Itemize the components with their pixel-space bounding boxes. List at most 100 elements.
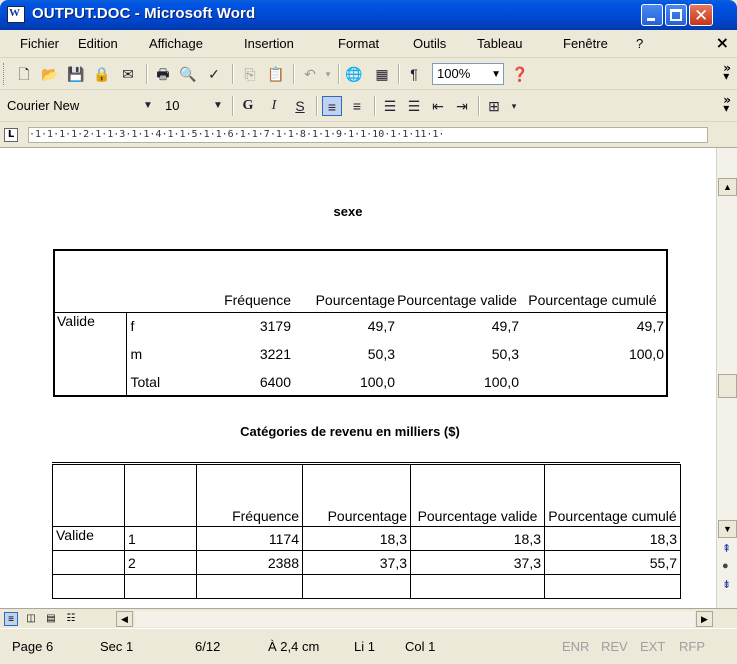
menu-affichage[interactable]: Affichage [149, 36, 203, 51]
print-layout-icon[interactable]: ▤ [44, 612, 58, 626]
status-column: Col 1 [405, 639, 436, 654]
numbered-list-icon[interactable]: ☰ [380, 96, 400, 116]
cell-frequence: 6400 [259, 373, 291, 390]
row-label: f [130, 318, 135, 335]
decrease-indent-icon[interactable]: ⇤ [428, 96, 448, 116]
menu-fichier[interactable]: Fichier [20, 36, 59, 51]
hyperlink-icon[interactable]: 🌐 [344, 64, 364, 84]
permission-icon[interactable]: 🔒 [92, 64, 112, 84]
scroll-left-icon[interactable]: ◀ [116, 611, 133, 627]
italic-button[interactable]: I [264, 96, 284, 116]
scroll-thumb[interactable] [718, 374, 737, 398]
chevron-down-icon[interactable]: ▼ [491, 65, 501, 85]
next-page-icon[interactable]: ⇟ [722, 578, 731, 591]
show-formatting-icon[interactable]: ¶ [404, 64, 424, 84]
status-rev[interactable]: REV [601, 639, 628, 654]
toolbar-options-icon[interactable]: » ▾ [723, 94, 731, 114]
menu-fenetre[interactable]: Fenêtre [563, 36, 608, 51]
outline-view-icon[interactable]: ☷ [64, 612, 78, 626]
zoom-combo[interactable]: 100% ▼ [432, 63, 504, 85]
status-page: Page 6 [12, 639, 54, 654]
cell-pourcentage: 49,7 [367, 318, 395, 335]
spelling-icon[interactable]: ✓ [204, 64, 224, 84]
font-value: Courier New [7, 98, 80, 113]
vertical-scrollbar[interactable]: ▲ ▼ ⇞ ● ⇟ [716, 148, 737, 608]
scroll-right-icon[interactable]: ▶ [696, 611, 713, 627]
col-header-valide: Pourcentage valide [410, 464, 545, 527]
bold-button[interactable]: G [238, 96, 258, 116]
underline-button[interactable]: S [290, 96, 310, 116]
cell-valide: 37,3 [410, 550, 545, 575]
cell-cumule: 18,3 [544, 526, 681, 551]
table-header-row: Fréquence Pourcentage Pourcentage valide… [54, 250, 667, 312]
ruler: L ·1·1·1·1·2·1·1·3·1·1·4·1·1·5·1·1·6·1·1… [0, 122, 737, 148]
borders-icon[interactable]: ⊞ [484, 96, 504, 116]
status-rfp[interactable]: RFP [679, 639, 705, 654]
menu-bar: Fichier Edition Affichage Insertion Form… [0, 30, 737, 58]
cell-frequence: 3221 [259, 346, 291, 362]
web-layout-icon[interactable]: ◫ [24, 612, 38, 626]
save-icon[interactable]: 💾 [66, 64, 86, 84]
email-icon[interactable]: ✉ [118, 64, 138, 84]
toolbar-grip[interactable] [3, 63, 6, 85]
align-center-icon[interactable]: ≡ [347, 96, 367, 116]
menu-help[interactable]: ? [636, 36, 643, 51]
font-combo[interactable]: Courier New [2, 95, 148, 117]
size-combo[interactable]: 10 [160, 95, 212, 117]
menu-edition[interactable]: Edition [78, 36, 118, 51]
zoom-value: 100% [437, 66, 471, 81]
borders-dropdown-icon[interactable]: ▾ [504, 96, 524, 116]
menu-format[interactable]: Format [338, 36, 379, 51]
word-app-icon[interactable] [7, 6, 25, 23]
cell-cumule [519, 368, 667, 396]
col-header-cumule: Pourcentage cumulé [528, 291, 657, 308]
scroll-up-icon[interactable]: ▲ [718, 178, 737, 196]
help-icon[interactable]: ❓ [510, 64, 530, 84]
horizontal-scroll-track[interactable] [135, 611, 695, 627]
browse-object-icon[interactable]: ● [722, 560, 729, 572]
insert-table-icon[interactable]: ▦ [372, 64, 392, 84]
print-icon[interactable]: 🖶 [153, 64, 173, 84]
menu-tableau[interactable]: Tableau [477, 36, 523, 51]
cell-cumule: 55,7 [544, 550, 681, 575]
cell-pourcentage: 18,3 [302, 526, 411, 551]
copy-icon[interactable]: ⎘ [240, 64, 260, 84]
document-area[interactable]: sexe Fréquence Pourcentage Pourcentage v… [0, 148, 716, 608]
status-enr[interactable]: ENR [562, 639, 589, 654]
col-header-pourcentage: Pourcentage [315, 291, 395, 308]
status-ext[interactable]: EXT [640, 639, 665, 654]
size-dropdown-icon[interactable]: ▼ [208, 96, 228, 116]
undo-dropdown-icon[interactable]: ▾ [318, 64, 338, 84]
toolbar-separator [316, 96, 317, 116]
minimize-button[interactable] [641, 4, 663, 26]
undo-icon[interactable]: ↶ [300, 64, 320, 84]
maximize-button[interactable] [665, 4, 687, 26]
close-button[interactable]: ✕ [689, 4, 713, 26]
increase-indent-icon[interactable]: ⇥ [452, 96, 472, 116]
toolbar-options-icon[interactable]: » ▾ [723, 62, 731, 82]
align-left-icon[interactable]: ≡ [322, 96, 342, 116]
toolbar-separator [374, 96, 375, 116]
ruler-scale[interactable]: ·1·1·1·1·2·1·1·3·1·1·4·1·1·5·1·1·6·1·1·7… [28, 127, 708, 143]
paste-icon[interactable]: 📋 [266, 64, 286, 84]
menu-insertion[interactable]: Insertion [244, 36, 294, 51]
scroll-down-icon[interactable]: ▼ [718, 520, 737, 538]
font-dropdown-icon[interactable]: ▼ [138, 96, 158, 116]
table-row: Total 6400 100,0 100,0 [54, 368, 667, 396]
status-bar: Page 6 Sec 1 6/12 À 2,4 cm Li 1 Col 1 EN… [0, 628, 737, 664]
open-folder-icon[interactable]: 📂 [40, 64, 60, 84]
bullet-list-icon[interactable]: ☰ [404, 96, 424, 116]
tab-stop-selector[interactable]: L [4, 128, 18, 142]
print-preview-icon[interactable]: 🔍 [178, 64, 198, 84]
document-close-icon[interactable]: × [716, 33, 729, 52]
menu-outils[interactable]: Outils [413, 36, 446, 51]
horizontal-scrollbar: ≡ ◫ ▤ ☷ ◀ ▶ [0, 608, 737, 628]
group-label: Valide [52, 526, 125, 551]
cell-valide: 100,0 [483, 373, 519, 390]
previous-page-icon[interactable]: ⇞ [722, 542, 731, 555]
normal-view-icon[interactable]: ≡ [4, 612, 18, 626]
new-document-icon[interactable]: 🗋 [14, 64, 34, 84]
cell-pourcentage: 100,0 [359, 373, 395, 390]
cell-valide: 49,7 [491, 318, 519, 335]
row-label: 1 [124, 526, 197, 551]
